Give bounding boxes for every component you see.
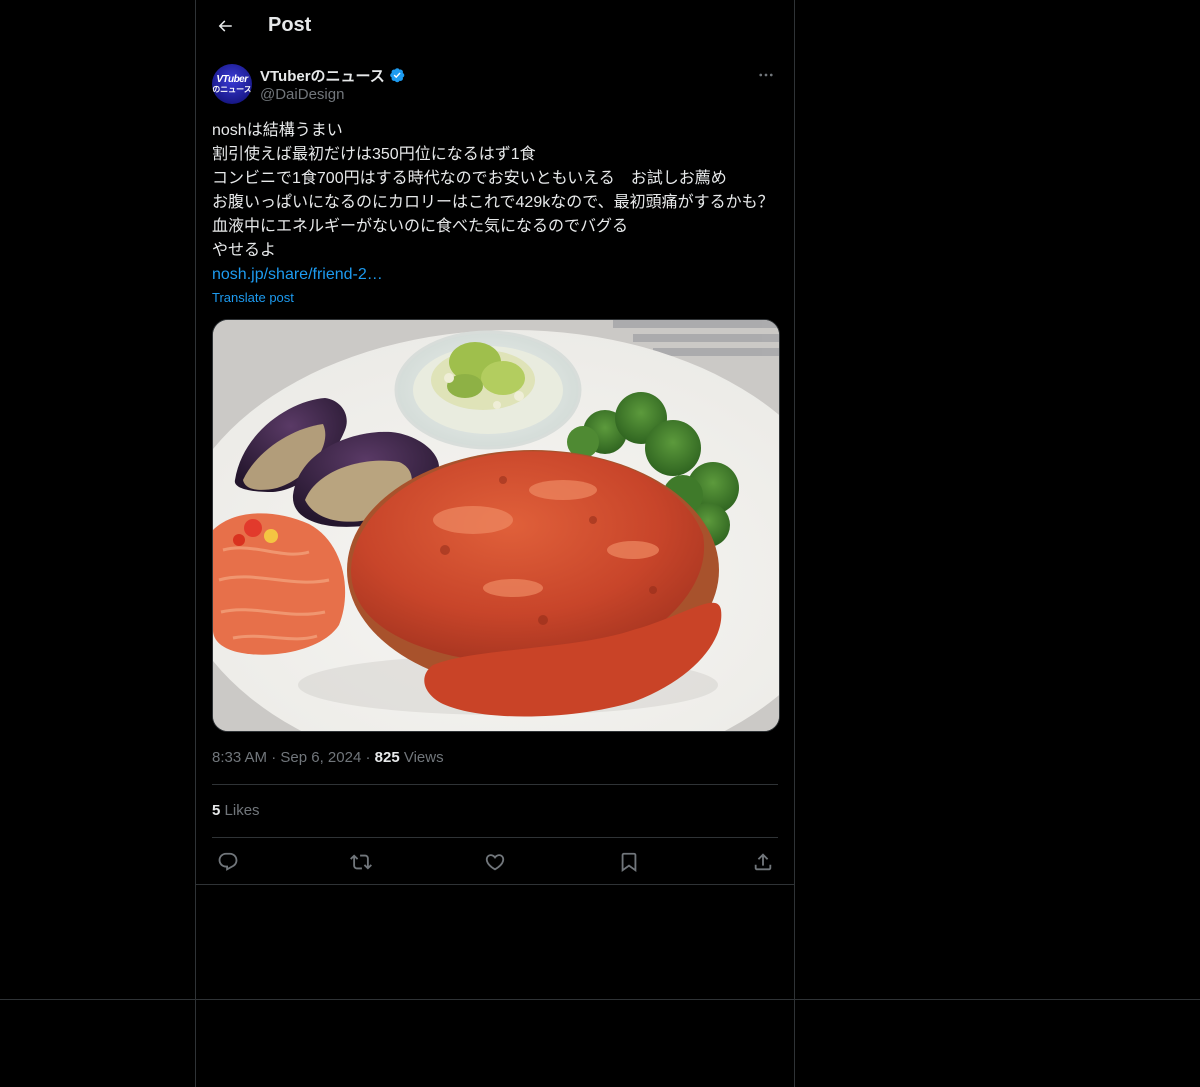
post-line: 割引使えば最初だけは350円位になるはず1食 [212, 146, 536, 163]
repost-icon [350, 851, 372, 873]
author-display-name[interactable]: VTuberのニュース [260, 65, 407, 86]
meta-separator: · [271, 749, 281, 766]
arrow-left-icon [216, 17, 234, 35]
bookmark-button[interactable] [612, 846, 646, 878]
share-button[interactable] [746, 846, 780, 878]
reply-button[interactable] [211, 846, 245, 878]
post-time[interactable]: 8:33 AM [212, 749, 267, 766]
like-button[interactable] [478, 846, 512, 878]
post-body: noshは結構うまい 割引使えば最初だけは350円位になるはず1食 コンビニで1… [212, 119, 778, 287]
share-icon [752, 851, 774, 873]
back-button[interactable] [208, 9, 242, 43]
post-header: Post [196, 0, 794, 53]
post-bottom-border [196, 884, 794, 885]
author-handle[interactable]: @DaiDesign [260, 86, 344, 103]
bookmark-icon [618, 851, 640, 873]
avatar-text-bottom: のニュース [212, 85, 252, 94]
avatar[interactable]: VTuber のニュース [212, 64, 252, 104]
display-name-text: VTuberのニュース [260, 68, 385, 85]
post-meta: 8:33 AM · Sep 6, 2024 · 825 Views [212, 749, 444, 766]
translate-post-link[interactable]: Translate post [212, 290, 294, 305]
post-media-image[interactable] [212, 319, 780, 732]
repost-button[interactable] [344, 846, 378, 878]
heart-icon [484, 851, 506, 873]
avatar-text-top: VTuber [216, 74, 248, 85]
main-column: Post VTuber のニュース VTuberのニュース @DaiDesign [195, 0, 795, 1087]
views-label: Views [403, 749, 444, 766]
likes-label: Likes [224, 802, 260, 819]
likes-count: 5 [212, 802, 221, 819]
action-bar [212, 846, 778, 878]
meta-separator: · [365, 749, 375, 766]
post-date[interactable]: Sep 6, 2024 [280, 749, 361, 766]
food-photo [213, 320, 779, 731]
post-line: コンビニで1食700円はする時代なのでお安いともいえる お試しお薦め [212, 170, 727, 187]
post-line: やせるよ [212, 242, 277, 259]
more-dots-icon [757, 66, 775, 84]
stats-divider-bottom [212, 837, 778, 838]
post-line: noshは結構うまい [212, 122, 343, 139]
stats-divider-top [212, 784, 778, 785]
views-count: 825 [374, 749, 400, 766]
post-link[interactable]: nosh.jp/share/friend-2… [212, 263, 778, 287]
page-title: Post [268, 14, 312, 36]
reply-icon [217, 851, 239, 873]
verified-badge-icon [389, 67, 407, 85]
author-row: VTuber のニュース VTuberのニュース @DaiDesign [212, 64, 778, 108]
more-options-button[interactable] [754, 64, 778, 86]
likes-stat[interactable]: 5 Likes [212, 802, 260, 819]
post-line: お腹いっぱいになるのにカロリーはこれで429kなので、最初頭痛がするかも？血液中… [212, 194, 774, 235]
